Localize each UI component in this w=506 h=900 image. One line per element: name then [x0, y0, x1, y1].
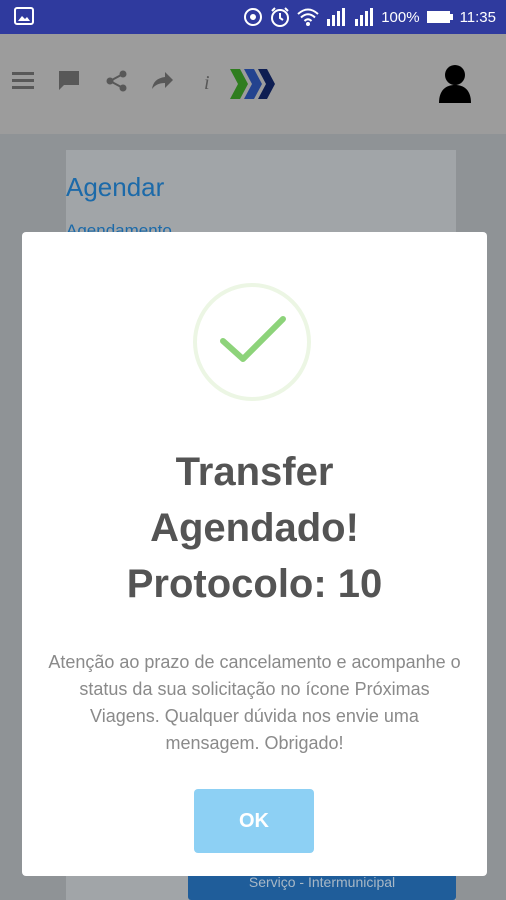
dialog-message: Atenção ao prazo de cancelamento e acomp…	[48, 652, 461, 753]
signal-icon-2	[353, 7, 375, 27]
sync-icon	[243, 7, 263, 27]
alarm-icon	[269, 6, 291, 28]
checkmark-icon	[220, 316, 286, 362]
battery-icon	[426, 9, 454, 25]
success-dialog: Transfer Agendado! Protocolo: 10 Atenção…	[22, 232, 487, 876]
menu-icon[interactable]	[12, 70, 36, 95]
clock: 11:35	[459, 8, 496, 26]
signal-icon-1	[325, 7, 347, 27]
ok-button[interactable]: OK	[194, 789, 314, 853]
status-bar: 100% 11:35	[0, 0, 506, 34]
brand-logo	[230, 66, 278, 107]
info-icon[interactable]: i	[204, 72, 210, 95]
forward-icon[interactable]	[151, 70, 175, 95]
dialog-title-line-1: Transfer	[175, 450, 334, 494]
dialog-title-line-3: Protocolo: 10	[126, 562, 383, 606]
chat-icon[interactable]	[58, 70, 82, 97]
app-toolbar: i	[0, 34, 506, 134]
image-notification-icon	[14, 7, 34, 30]
dialog-title: Transfer Agendado! Protocolo: 10	[22, 444, 487, 612]
share-icon[interactable]	[106, 70, 128, 97]
dialog-title-line-2: Agendado!	[150, 506, 359, 550]
success-icon-circle	[193, 283, 311, 401]
user-icon[interactable]	[438, 64, 472, 109]
page-title: Agendar	[66, 172, 165, 202]
battery-percent: 100%	[381, 8, 420, 26]
wifi-icon	[297, 7, 319, 27]
